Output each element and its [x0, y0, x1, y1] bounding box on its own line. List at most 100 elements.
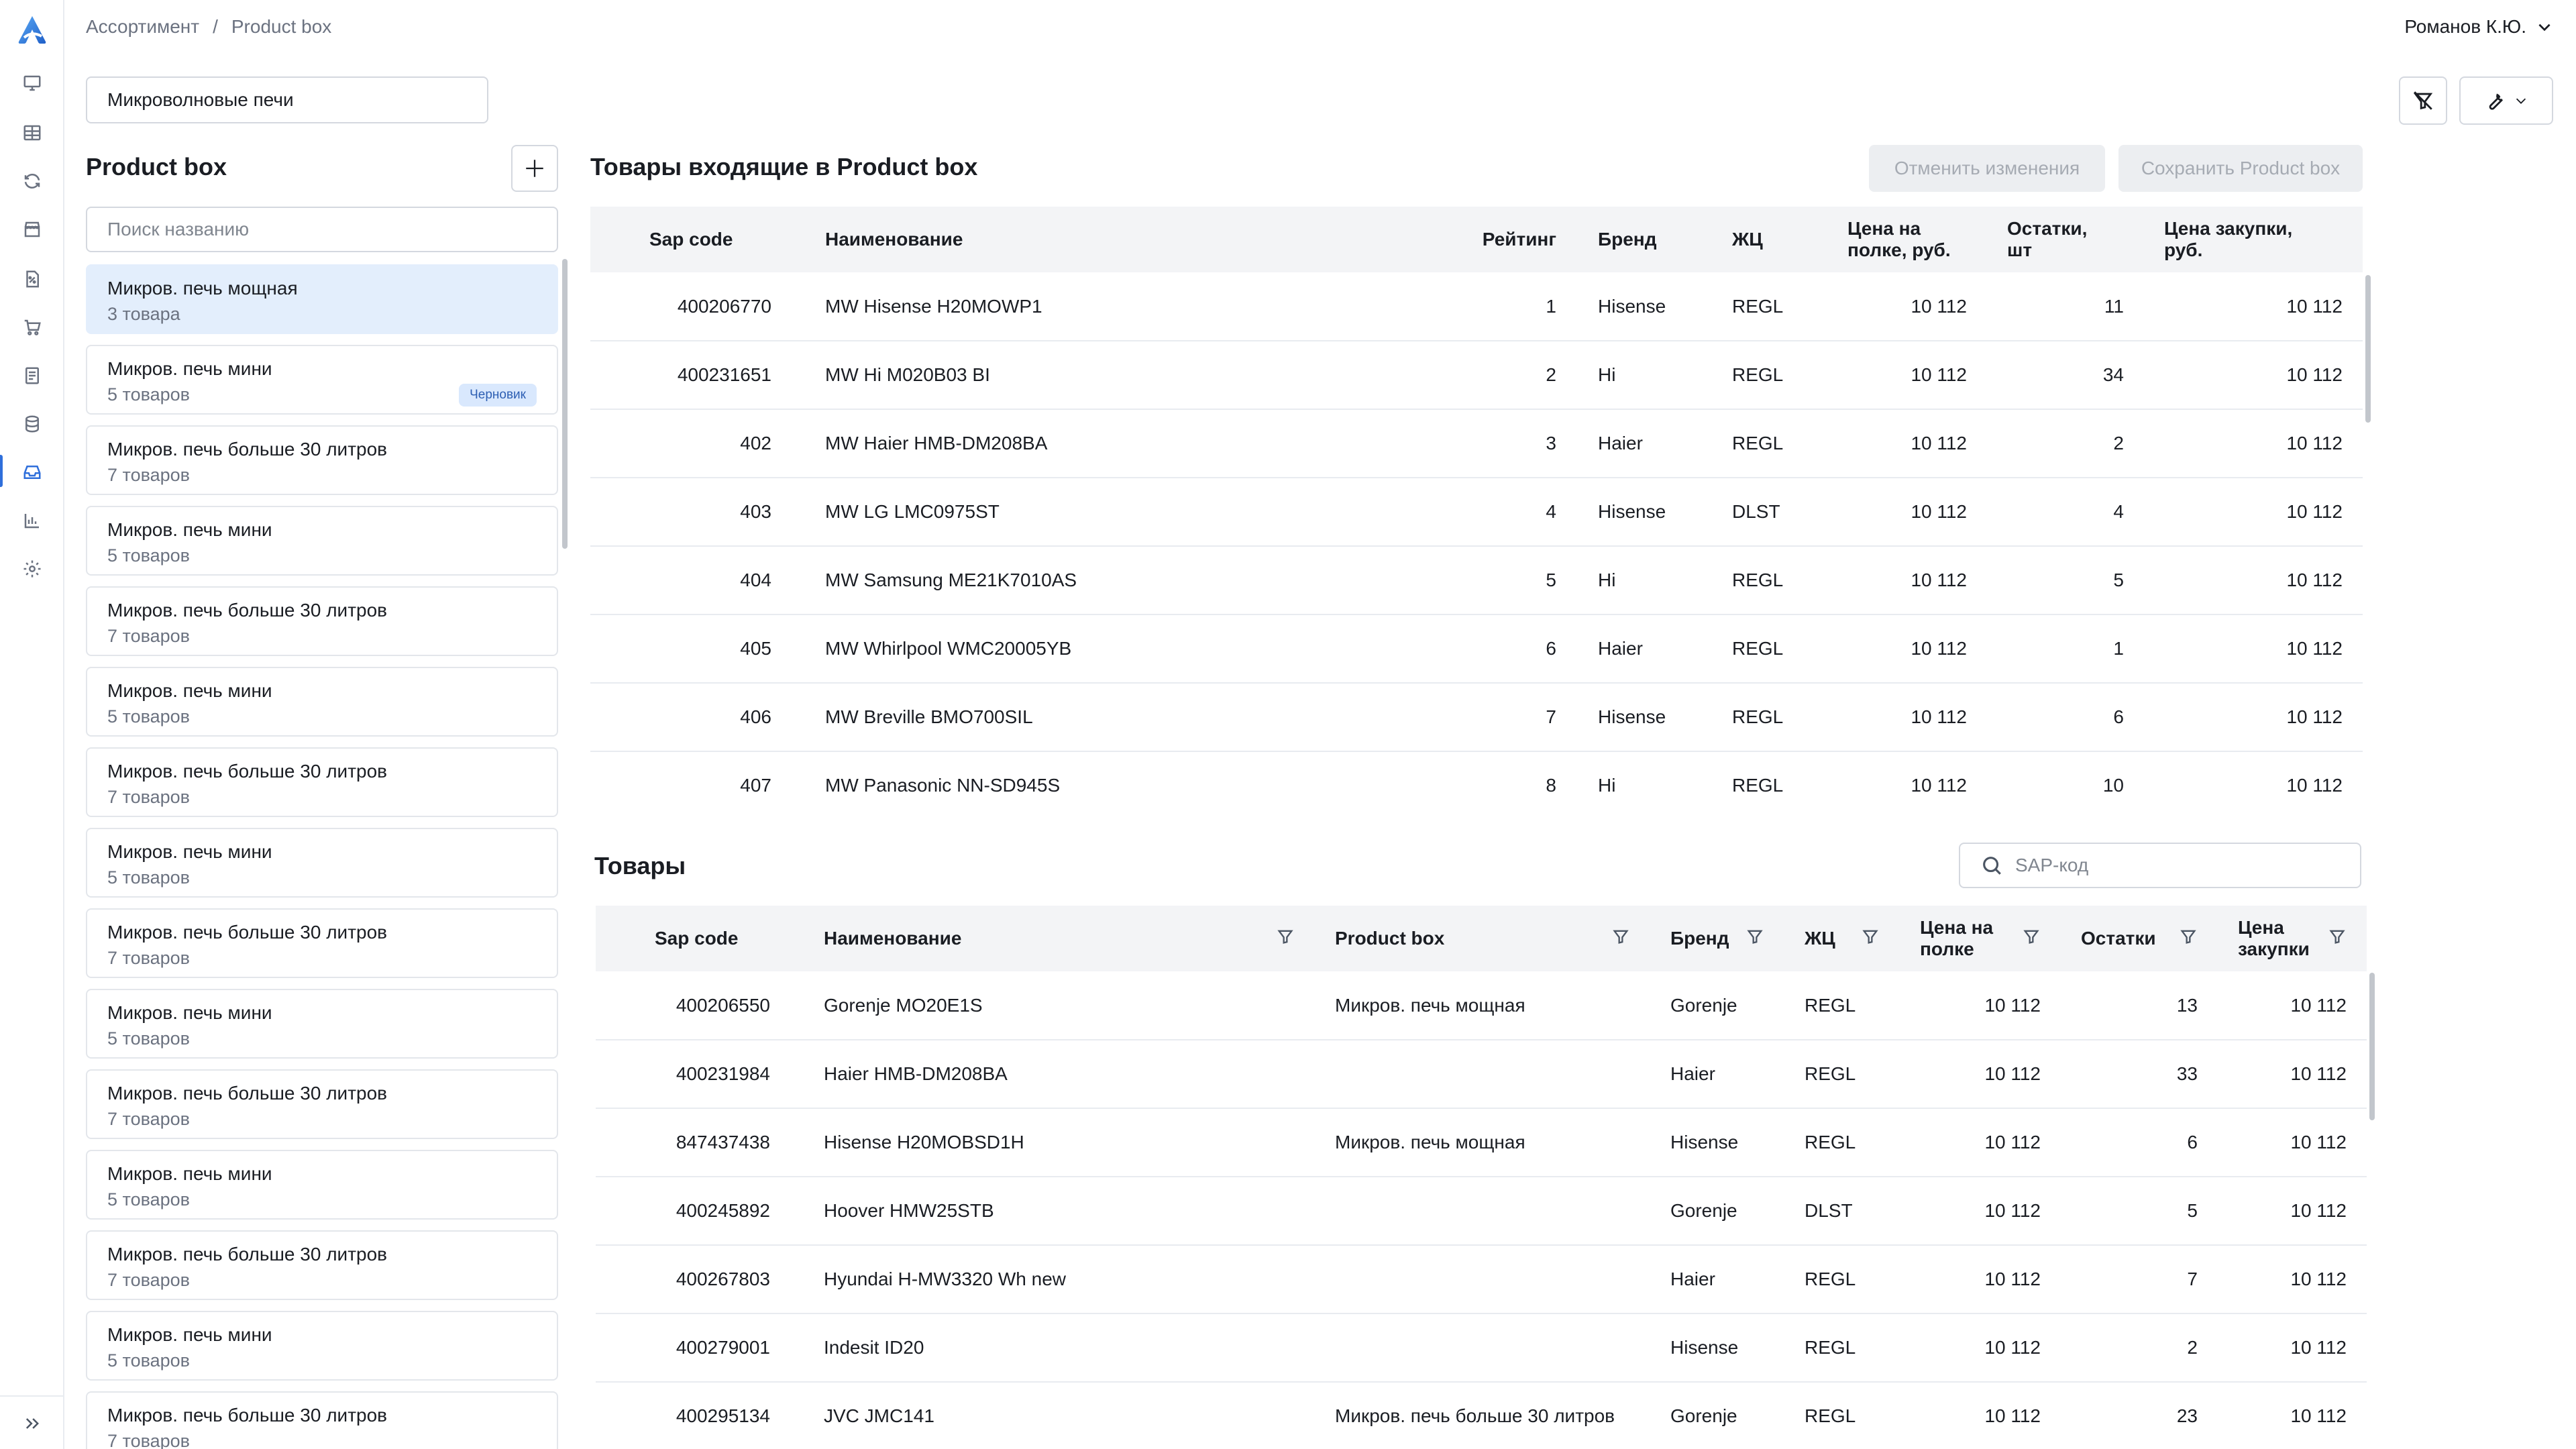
table-row[interactable]: 406 MW Breville BMO700SIL 7 Hisense REGL 10 1… — [590, 683, 2363, 752]
filter-icon[interactable] — [1611, 927, 1630, 951]
table-cell: 406 — [590, 683, 805, 752]
product-box-item[interactable]: Микров. печь мини 5 товаров — [86, 989, 558, 1059]
table-row[interactable]: 400206550 Gorenje MO20E1S Микров. печь мощ… — [596, 971, 2367, 1040]
table-cell: 34 — [1987, 341, 2144, 410]
filter-icon[interactable] — [1746, 927, 1764, 951]
bar-chart-icon[interactable] — [19, 507, 46, 534]
table-cell: Hyundai H-MW3320 Wh new — [804, 1245, 1315, 1314]
store-icon[interactable] — [19, 216, 46, 243]
refresh-icon[interactable] — [19, 168, 46, 195]
table-row[interactable]: 402 MW Haier HMB-DM208BA 3 Haier REGL 10 112 2… — [590, 409, 2363, 478]
table-row[interactable]: 400231651 MW Hi M020B03 BI 2 Hi REGL 10 112 34… — [590, 341, 2363, 410]
products-table-scrollbar[interactable] — [2369, 973, 2375, 1120]
table-cell: 407 — [590, 751, 805, 812]
inbox-icon[interactable] — [19, 459, 46, 486]
settings-icon[interactable] — [19, 555, 46, 582]
discount-icon[interactable] — [19, 266, 46, 292]
app-logo-icon[interactable] — [15, 13, 50, 46]
monitor-icon[interactable] — [19, 70, 46, 97]
table-row[interactable]: 400279001 Indesit ID20 Hisense REGL 10 112 2 1… — [596, 1313, 2367, 1383]
category-field[interactable]: Микроволновые печи — [86, 76, 488, 123]
table-cell: 10 112 — [2144, 478, 2363, 547]
filter-reset-button[interactable] — [2399, 76, 2447, 125]
column-header[interactable]: Наименование — [804, 906, 1315, 971]
column-header[interactable]: Sap code — [596, 906, 804, 971]
filter-icon[interactable] — [2179, 927, 2198, 951]
search-icon — [1983, 857, 2001, 875]
table-row[interactable]: 400231984 Haier HMB-DM208BA Haier REGL 10 11… — [596, 1040, 2367, 1109]
product-box-item[interactable]: Микров. печь больше 30 литров 7 товаров — [86, 1069, 558, 1139]
product-box-search-input[interactable] — [86, 207, 558, 252]
column-header[interactable]: Остатки — [2061, 906, 2218, 971]
column-header[interactable]: Рейтинг — [1422, 207, 1576, 272]
product-box-item[interactable]: Микров. печь мощная 3 товара — [86, 264, 558, 334]
table-cell: 5 — [2061, 1177, 2218, 1246]
column-header[interactable]: Цена на полке, руб. — [1826, 207, 1987, 272]
column-header[interactable]: Бренд — [1650, 906, 1784, 971]
product-box-item[interactable]: Микров. печь больше 30 литров 7 товаров — [86, 1391, 558, 1449]
table-cell: 10 112 — [2144, 409, 2363, 478]
table-cell: REGL — [1784, 971, 1900, 1040]
table-cell: Gorenje — [1650, 1177, 1784, 1246]
table-row[interactable]: 405 MW Whirlpool WMC20005YB 6 Haier REGL 10 1… — [590, 614, 2363, 684]
filter-icon[interactable] — [1861, 927, 1880, 951]
table-row[interactable]: 400295134 JVC JMC141 Микров. печь больше 3… — [596, 1382, 2367, 1449]
table-row[interactable]: 400206770 MW Hisense H20MOWP1 1 Hisense REGL… — [590, 272, 2363, 341]
product-box-scrollbar[interactable] — [562, 259, 568, 549]
sap-search-field[interactable] — [1959, 843, 2361, 888]
filter-icon[interactable] — [1276, 927, 1295, 951]
column-header[interactable]: Наименование — [805, 207, 1422, 272]
cart-icon[interactable] — [19, 314, 46, 341]
table-cell — [1315, 1313, 1650, 1383]
add-product-box-button[interactable] — [511, 145, 558, 192]
column-header-label: Остатки, шт — [2007, 218, 2088, 260]
column-header-label: Рейтинг — [1482, 229, 1556, 250]
product-box-item[interactable]: Микров. печь больше 30 литров 7 товаров — [86, 425, 558, 495]
save-product-box-button[interactable]: Сохранить Product box — [2118, 145, 2363, 192]
tools-dropdown-button[interactable] — [2459, 76, 2553, 125]
column-header[interactable]: Остатки, шт — [1987, 207, 2144, 272]
table-row[interactable]: 400245892 Hoover HMW25STB Gorenje DLST 10 11… — [596, 1177, 2367, 1246]
column-header[interactable]: Product box — [1315, 906, 1650, 971]
user-menu[interactable]: Романов К.Ю. — [2404, 16, 2553, 38]
column-header-label: Наименование — [825, 229, 963, 250]
filter-icon[interactable] — [2022, 927, 2041, 951]
column-header[interactable]: Цена закупки, руб. — [2144, 207, 2363, 272]
breadcrumb-root[interactable]: Ассортимент — [86, 16, 199, 38]
column-header[interactable]: Цена закупки — [2218, 906, 2367, 971]
included-table-scrollbar[interactable] — [2365, 275, 2371, 423]
product-box-item-count: 5 товаров — [107, 867, 191, 888]
table-row[interactable]: 403 MW LG LMC0975ST 4 Hisense DLST 10 112 4 10 … — [590, 478, 2363, 547]
product-box-item[interactable]: Микров. печь мини 5 товаров — [86, 1311, 558, 1381]
column-header[interactable]: Sap code — [590, 207, 805, 272]
product-box-item[interactable]: Микров. печь мини 5 товаров — [86, 1150, 558, 1220]
column-header[interactable]: ЖЦ — [1784, 906, 1900, 971]
table-row[interactable]: 407 MW Panasonic NN-SD945S 8 Hi REGL 10 112 10… — [590, 751, 2363, 812]
product-box-item[interactable]: Микров. печь больше 30 литров 7 товаров — [86, 747, 558, 817]
table-row[interactable]: 400267803 Hyundai H-MW3320 Wh new Haier REG… — [596, 1245, 2367, 1314]
product-box-item[interactable]: Микров. печь мини 5 товаров — [86, 667, 558, 737]
product-box-item[interactable]: Микров. печь больше 30 литров 7 товаров — [86, 908, 558, 978]
table-row[interactable]: 404 MW Samsung ME21K7010AS 5 Hi REGL 10 112 5 1… — [590, 546, 2363, 615]
column-header[interactable]: Бренд — [1576, 207, 1711, 272]
document-icon[interactable] — [19, 362, 46, 389]
sap-search-input[interactable] — [2015, 855, 2337, 876]
grid-icon[interactable] — [19, 119, 46, 146]
database-icon[interactable] — [19, 411, 46, 437]
table-cell: 10 112 — [1826, 683, 1987, 752]
product-box-item[interactable]: Микров. печь больше 30 литров 7 товаров — [86, 1230, 558, 1300]
product-box-item[interactable]: Микров. печь больше 30 литров 7 товаров — [86, 586, 558, 656]
table-row[interactable]: 847437438 Hisense H20MOBSD1H Микров. печь … — [596, 1108, 2367, 1177]
product-box-item[interactable]: Микров. печь мини 5 товаров — [86, 828, 558, 898]
product-box-item[interactable]: Микров. печь мини 5 товаров Черновик — [86, 345, 558, 415]
breadcrumb: Ассортимент / Product box — [86, 16, 331, 38]
expand-sidebar-icon[interactable] — [19, 1410, 46, 1437]
cancel-changes-button[interactable]: Отменить изменения — [1869, 145, 2105, 192]
column-header[interactable]: ЖЦ — [1711, 207, 1826, 272]
column-header[interactable]: Цена на полке — [1900, 906, 2061, 971]
table-cell: Gorenje — [1650, 1382, 1784, 1449]
filter-icon[interactable] — [2328, 927, 2347, 951]
column-header-label: Наименование — [824, 928, 962, 949]
table-cell: REGL — [1784, 1382, 1900, 1449]
product-box-item[interactable]: Микров. печь мини 5 товаров — [86, 506, 558, 576]
